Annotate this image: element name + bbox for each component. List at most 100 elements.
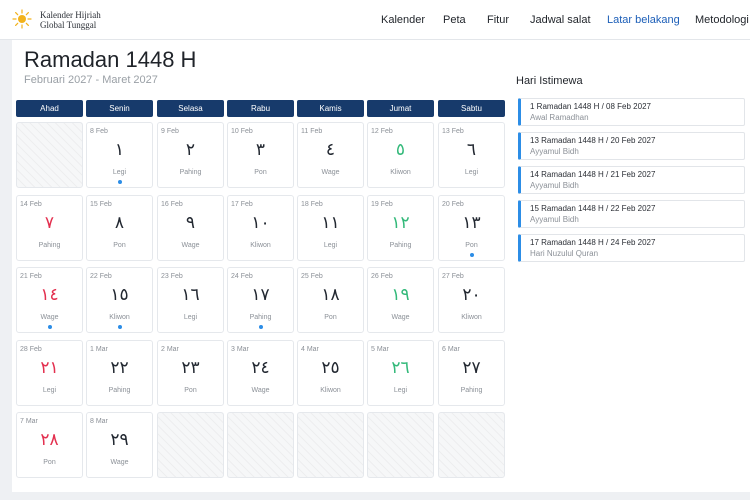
day-cell[interactable]: 15 Feb ٨ Pon — [86, 195, 153, 261]
hijri-day-number: ١٠ — [251, 213, 270, 233]
day-cell[interactable]: 13 Feb ٦ Legi — [438, 122, 505, 188]
day-cell[interactable]: 4 Mar ٢٥ Kliwon — [297, 340, 364, 406]
nav-metodologi[interactable]: Metodologi — [695, 14, 749, 26]
hijri-day-number: ١٩ — [391, 285, 410, 305]
event-indicator-dot — [118, 180, 122, 184]
gregorian-date: 1 Mar — [90, 346, 108, 353]
hijri-day-number: ٦ — [466, 140, 477, 160]
gregorian-date: 26 Feb — [371, 273, 393, 280]
gregorian-date: 14 Feb — [20, 201, 42, 208]
pasaran-label: Pon — [465, 242, 478, 249]
gregorian-date: 6 Mar — [442, 346, 460, 353]
empty-day-cell — [157, 412, 224, 478]
hijri-day-number: ٧ — [44, 213, 55, 233]
brand-name[interactable]: Kalender Hijriah Global Tunggal — [40, 10, 101, 30]
day-cell[interactable]: 12 Feb ٥ Kliwon — [367, 122, 434, 188]
day-cell[interactable]: 5 Mar ٢٦ Legi — [367, 340, 434, 406]
gregorian-date: 24 Feb — [231, 273, 253, 280]
day-cell[interactable]: 26 Feb ١٩ Wage — [367, 267, 434, 333]
day-cell[interactable]: 25 Feb ١٨ Pon — [297, 267, 364, 333]
special-day-item[interactable]: 13 Ramadan 1448 H / 20 Feb 2027 Ayyamul B… — [518, 132, 745, 160]
day-cell[interactable]: 19 Feb ١٢ Pahing — [367, 195, 434, 261]
gregorian-date: 17 Feb — [231, 201, 253, 208]
nav-jadwal-salat[interactable]: Jadwal salat — [530, 14, 591, 26]
special-day-item[interactable]: 1 Ramadan 1448 H / 08 Feb 2027 Awal Ramad… — [518, 98, 745, 126]
day-cell[interactable]: 1 Mar ٢٢ Pahing — [86, 340, 153, 406]
day-cell[interactable]: 14 Feb ٧ Pahing — [16, 195, 83, 261]
special-day-name: Ayyamul Bidh — [530, 147, 579, 156]
day-cell[interactable]: 9 Feb ٢ Pahing — [157, 122, 224, 188]
brand-line-1: Kalender Hijriah — [40, 10, 101, 20]
gregorian-date: 11 Feb — [301, 128, 323, 135]
hijri-day-number: ٥ — [395, 140, 406, 160]
empty-day-cell — [16, 122, 83, 188]
weekday-header: Ahad — [16, 100, 83, 117]
day-cell[interactable]: 6 Mar ٢٧ Pahing — [438, 340, 505, 406]
day-cell[interactable]: 23 Feb ١٦ Legi — [157, 267, 224, 333]
page-title: Ramadan 1448 H — [24, 47, 197, 72]
pasaran-label: Kliwon — [109, 314, 130, 321]
sun-logo-icon[interactable] — [12, 9, 32, 29]
day-cell[interactable]: 21 Feb ١٤ Wage — [16, 267, 83, 333]
day-cell[interactable]: 24 Feb ١٧ Pahing — [227, 267, 294, 333]
gregorian-date: 12 Feb — [371, 128, 393, 135]
pasaran-label: Pahing — [249, 314, 272, 321]
day-cell[interactable]: 7 Mar ٢٨ Pon — [16, 412, 83, 478]
special-day-item[interactable]: 15 Ramadan 1448 H / 22 Feb 2027 Ayyamul B… — [518, 200, 745, 228]
hijri-day-number: ١٢ — [391, 213, 410, 233]
nav-peta[interactable]: Peta — [443, 14, 466, 26]
day-cell[interactable]: 28 Feb ٢١ Legi — [16, 340, 83, 406]
day-cell[interactable]: 18 Feb ١١ Legi — [297, 195, 364, 261]
pasaran-label: Kliwon — [390, 169, 411, 176]
weekday-header: Selasa — [157, 100, 224, 117]
hijri-day-number: ٤ — [325, 140, 336, 160]
day-cell[interactable]: 22 Feb ١٥ Kliwon — [86, 267, 153, 333]
hijri-day-number: ١٥ — [110, 285, 129, 305]
day-cell[interactable]: 27 Feb ٢٠ Kliwon — [438, 267, 505, 333]
empty-day-cell — [367, 412, 434, 478]
pasaran-label: Legi — [183, 314, 198, 321]
pasaran-label: Legi — [464, 169, 479, 176]
nav-latar-belakang[interactable]: Latar belakang — [607, 14, 680, 26]
gregorian-date: 7 Mar — [20, 418, 38, 425]
gregorian-date: 18 Feb — [301, 201, 323, 208]
pasaran-label: Legi — [323, 242, 338, 249]
day-cell[interactable]: 17 Feb ١٠ Kliwon — [227, 195, 294, 261]
pasaran-label: Wage — [181, 242, 200, 249]
special-day-date: 17 Ramadan 1448 H / 24 Feb 2027 — [530, 238, 656, 247]
gregorian-date: 3 Mar — [231, 346, 249, 353]
gregorian-date: 16 Feb — [161, 201, 183, 208]
pasaran-label: Pahing — [108, 387, 131, 394]
pasaran-label: Pahing — [179, 169, 202, 176]
hijri-day-number: ٢٤ — [251, 358, 270, 378]
pasaran-label: Kliwon — [320, 387, 341, 394]
special-day-item[interactable]: 17 Ramadan 1448 H / 24 Feb 2027 Hari Nuzu… — [518, 234, 745, 262]
pasaran-label: Pon — [113, 242, 126, 249]
hijri-day-number: ٢٥ — [321, 358, 340, 378]
gregorian-date: 28 Feb — [20, 346, 42, 353]
nav-fitur[interactable]: Fitur — [487, 14, 509, 26]
nav-kalender[interactable]: Kalender — [381, 14, 425, 26]
special-day-name: Ayyamul Bidh — [530, 181, 579, 190]
pasaran-label: Pon — [184, 387, 197, 394]
hijri-day-number: ٢ — [185, 140, 196, 160]
day-cell[interactable]: 11 Feb ٤ Wage — [297, 122, 364, 188]
day-cell[interactable]: 8 Feb ١ Legi — [86, 122, 153, 188]
day-cell[interactable]: 16 Feb ٩ Wage — [157, 195, 224, 261]
pasaran-label: Pahing — [38, 242, 61, 249]
pasaran-label: Wage — [321, 169, 340, 176]
day-cell[interactable]: 20 Feb ١٣ Pon — [438, 195, 505, 261]
day-cell[interactable]: 8 Mar ٢٩ Wage — [86, 412, 153, 478]
gregorian-date: 8 Feb — [90, 128, 108, 135]
gregorian-date: 10 Feb — [231, 128, 253, 135]
hijri-day-number: ٢٢ — [110, 358, 129, 378]
hijri-day-number: ٢٠ — [462, 285, 481, 305]
day-cell[interactable]: 2 Mar ٢٣ Pon — [157, 340, 224, 406]
day-cell[interactable]: 3 Mar ٢٤ Wage — [227, 340, 294, 406]
pasaran-label: Pon — [254, 169, 267, 176]
special-day-item[interactable]: 14 Ramadan 1448 H / 21 Feb 2027 Ayyamul B… — [518, 166, 745, 194]
gregorian-date: 8 Mar — [90, 418, 108, 425]
hijri-day-number: ١٣ — [462, 213, 481, 233]
day-cell[interactable]: 10 Feb ٣ Pon — [227, 122, 294, 188]
empty-day-cell — [438, 412, 505, 478]
